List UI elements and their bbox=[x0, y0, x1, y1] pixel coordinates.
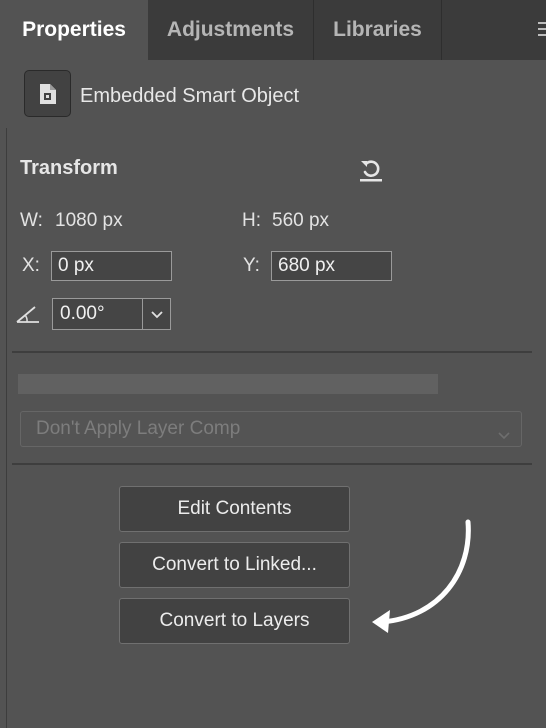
layer-comp-select: Don't Apply Layer Comp bbox=[20, 411, 522, 447]
tab-libraries[interactable]: Libraries bbox=[314, 0, 442, 60]
hamburger-icon[interactable] bbox=[538, 20, 546, 38]
width-value: 1080 px bbox=[55, 210, 123, 231]
convert-to-linked-button[interactable]: Convert to Linked... bbox=[119, 542, 350, 588]
x-position-field[interactable] bbox=[51, 251, 172, 281]
tab-adjustments[interactable]: Adjustments bbox=[148, 0, 314, 60]
y-position-field[interactable] bbox=[271, 251, 392, 281]
reset-icon[interactable] bbox=[357, 155, 385, 183]
y-label: Y: bbox=[243, 255, 260, 276]
transform-title: Transform bbox=[20, 157, 118, 179]
height-value: 560 px bbox=[272, 210, 330, 231]
angle-field[interactable]: 0.00° bbox=[52, 298, 171, 330]
smart-object-icon[interactable] bbox=[24, 70, 71, 117]
divider bbox=[12, 463, 532, 465]
chevron-down-icon bbox=[497, 424, 511, 446]
object-type-label: Embedded Smart Object bbox=[80, 85, 299, 107]
divider bbox=[12, 351, 532, 353]
layer-comp-selected: Don't Apply Layer Comp bbox=[36, 418, 241, 439]
convert-to-layers-button[interactable]: Convert to Layers bbox=[119, 598, 350, 644]
chevron-down-icon[interactable] bbox=[143, 299, 170, 329]
x-label: X: bbox=[22, 255, 40, 276]
edit-contents-button[interactable]: Edit Contents bbox=[119, 486, 350, 532]
width-label: W: bbox=[20, 210, 43, 231]
angle-icon bbox=[15, 304, 41, 324]
angle-value[interactable]: 0.00° bbox=[53, 299, 143, 329]
height-label: H: bbox=[242, 210, 261, 231]
tab-bar: Properties Adjustments Libraries bbox=[0, 0, 546, 60]
panel-edge bbox=[6, 128, 7, 728]
layer-comp-bar bbox=[18, 374, 438, 394]
tab-properties[interactable]: Properties bbox=[0, 0, 148, 60]
curved-arrow-icon bbox=[360, 512, 490, 642]
